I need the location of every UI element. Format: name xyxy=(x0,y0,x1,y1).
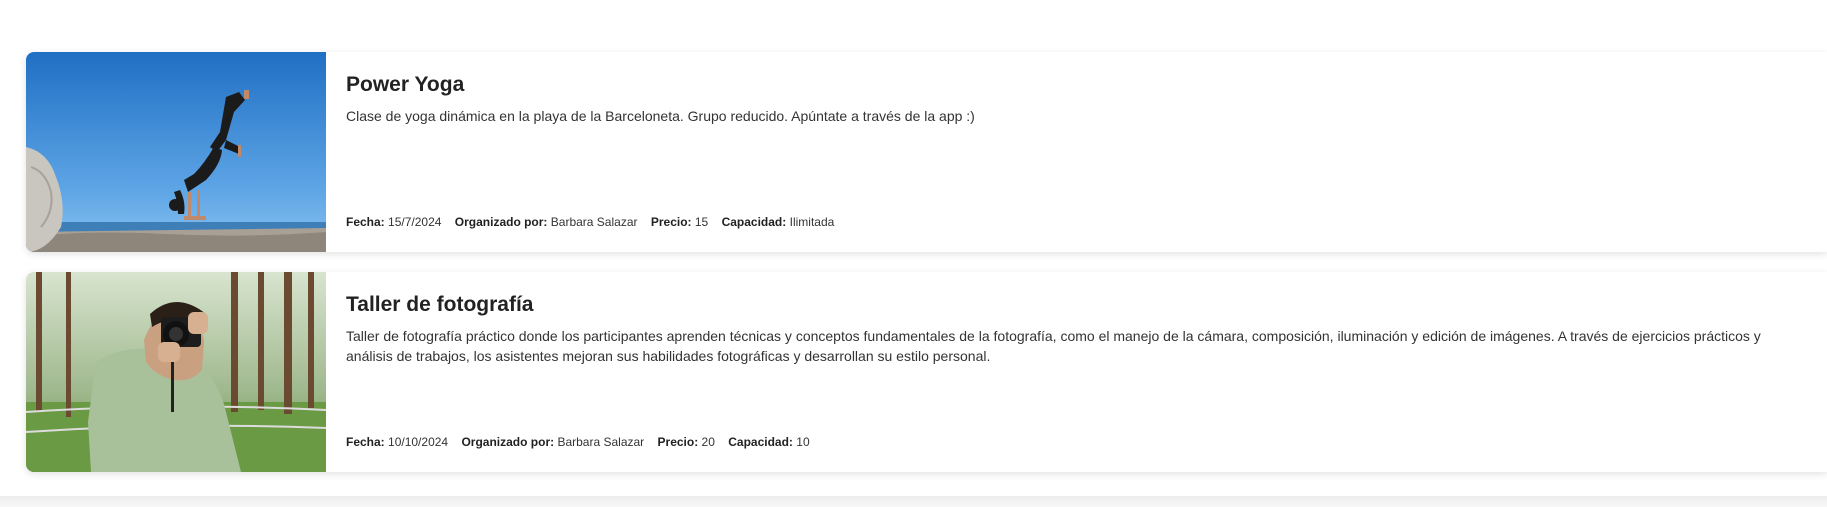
photographer-photo xyxy=(26,272,326,472)
event-organizer: Organizado por: Barbara Salazar xyxy=(461,435,644,449)
event-list: Power Yoga Clase de yoga dinámica en la … xyxy=(26,52,1827,492)
event-organizer-label: Organizado por: xyxy=(454,215,548,229)
event-organizer-value: Barbara Salazar xyxy=(550,215,638,229)
event-card-taller-fotografia[interactable]: Taller de fotografía Taller de fotografí… xyxy=(26,272,1827,472)
event-capacity-value: 10 xyxy=(796,435,810,449)
event-capacity: Capacidad: 10 xyxy=(728,435,809,449)
event-image-yoga[interactable] xyxy=(26,52,326,252)
event-content: Power Yoga Clase de yoga dinámica en la … xyxy=(346,72,1807,232)
event-capacity-value: Ilimitada xyxy=(789,215,835,229)
yoga-photo xyxy=(26,52,326,252)
event-title[interactable]: Power Yoga xyxy=(346,72,1807,98)
event-price-label: Precio: xyxy=(657,435,699,449)
event-price-value: 20 xyxy=(701,435,715,449)
event-title[interactable]: Taller de fotografía xyxy=(346,292,1807,318)
event-image-photography[interactable] xyxy=(26,272,326,472)
event-organizer-value: Barbara Salazar xyxy=(557,435,645,449)
event-description: Clase de yoga dinámica en la playa de la… xyxy=(346,108,975,124)
event-date-value: 10/10/2024 xyxy=(388,435,449,449)
event-price-value: 15 xyxy=(694,215,709,229)
event-date: Fecha: 10/10/2024 xyxy=(346,435,448,449)
event-price: Precio: 20 xyxy=(658,435,715,449)
event-price: Precio: 15 xyxy=(651,215,708,229)
event-meta: Fecha: 15/7/2024 Organizado por: Barbara… xyxy=(346,214,844,230)
event-capacity-label: Capacidad: xyxy=(721,215,787,229)
event-date: Fecha: 15/7/2024 xyxy=(346,215,441,229)
event-date-label: Fecha: xyxy=(346,215,385,229)
event-price-label: Precio: xyxy=(650,215,692,229)
event-organizer: Organizado por: Barbara Salazar xyxy=(455,215,638,229)
event-date-label: Fecha: xyxy=(346,435,385,449)
event-capacity-label: Capacidad: xyxy=(728,435,793,449)
event-date-value: 15/7/2024 xyxy=(388,215,442,229)
page-bottom-divider xyxy=(0,496,1827,507)
event-meta: Fecha: 10/10/2024 Organizado por: Barbar… xyxy=(346,434,820,450)
event-description: Taller de fotografía práctico donde los … xyxy=(346,328,1761,364)
event-organizer-label: Organizado por: xyxy=(461,435,555,449)
events-page: Power Yoga Clase de yoga dinámica en la … xyxy=(0,0,1827,507)
event-card-power-yoga[interactable]: Power Yoga Clase de yoga dinámica en la … xyxy=(26,52,1827,252)
event-content: Taller de fotografía Taller de fotografí… xyxy=(346,292,1807,452)
event-capacity: Capacidad: Ilimitada xyxy=(722,215,835,229)
